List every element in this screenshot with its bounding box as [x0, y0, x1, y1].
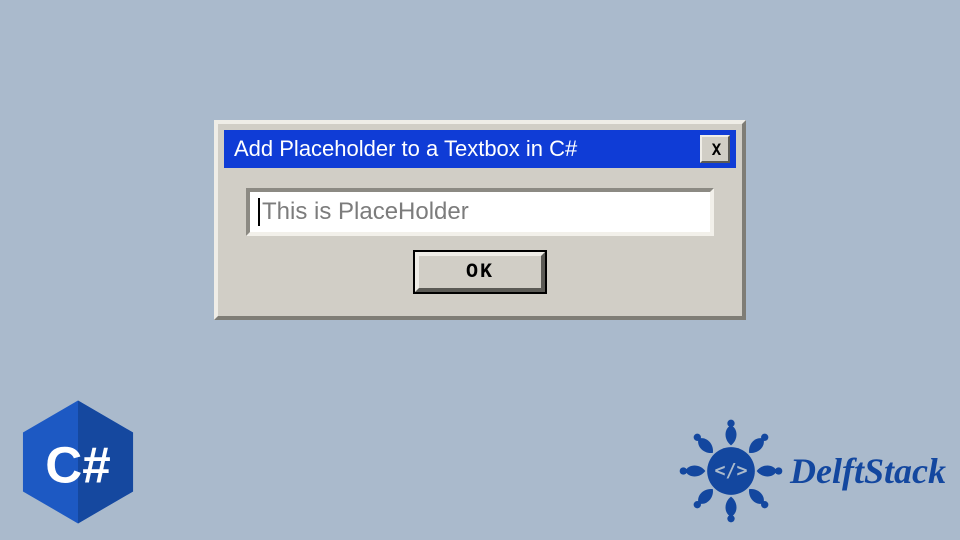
csharp-icon: C# — [14, 398, 142, 526]
window-title: Add Placeholder to a Textbox in C# — [234, 136, 577, 162]
delftstack-logo: </> DelftStack — [676, 416, 946, 526]
title-bar: Add Placeholder to a Textbox in C# X — [224, 130, 736, 168]
delftstack-label: DelftStack — [790, 450, 946, 492]
dialog-window: Add Placeholder to a Textbox in C# X Thi… — [214, 120, 746, 320]
delftstack-icon: </> — [676, 416, 786, 526]
close-button[interactable]: X — [700, 135, 730, 163]
svg-text:</>: </> — [714, 461, 747, 482]
dialog-body: This is PlaceHolder OK — [218, 174, 742, 302]
text-caret — [258, 198, 260, 226]
ok-button[interactable]: OK — [415, 252, 545, 292]
textbox-placeholder: This is PlaceHolder — [262, 198, 469, 226]
ok-button-label: OK — [466, 261, 494, 284]
csharp-label-text: C# — [45, 436, 110, 493]
placeholder-textbox[interactable]: This is PlaceHolder — [246, 188, 714, 236]
button-row: OK — [246, 252, 714, 292]
close-icon: X — [712, 140, 719, 159]
csharp-logo: C# — [14, 398, 142, 526]
